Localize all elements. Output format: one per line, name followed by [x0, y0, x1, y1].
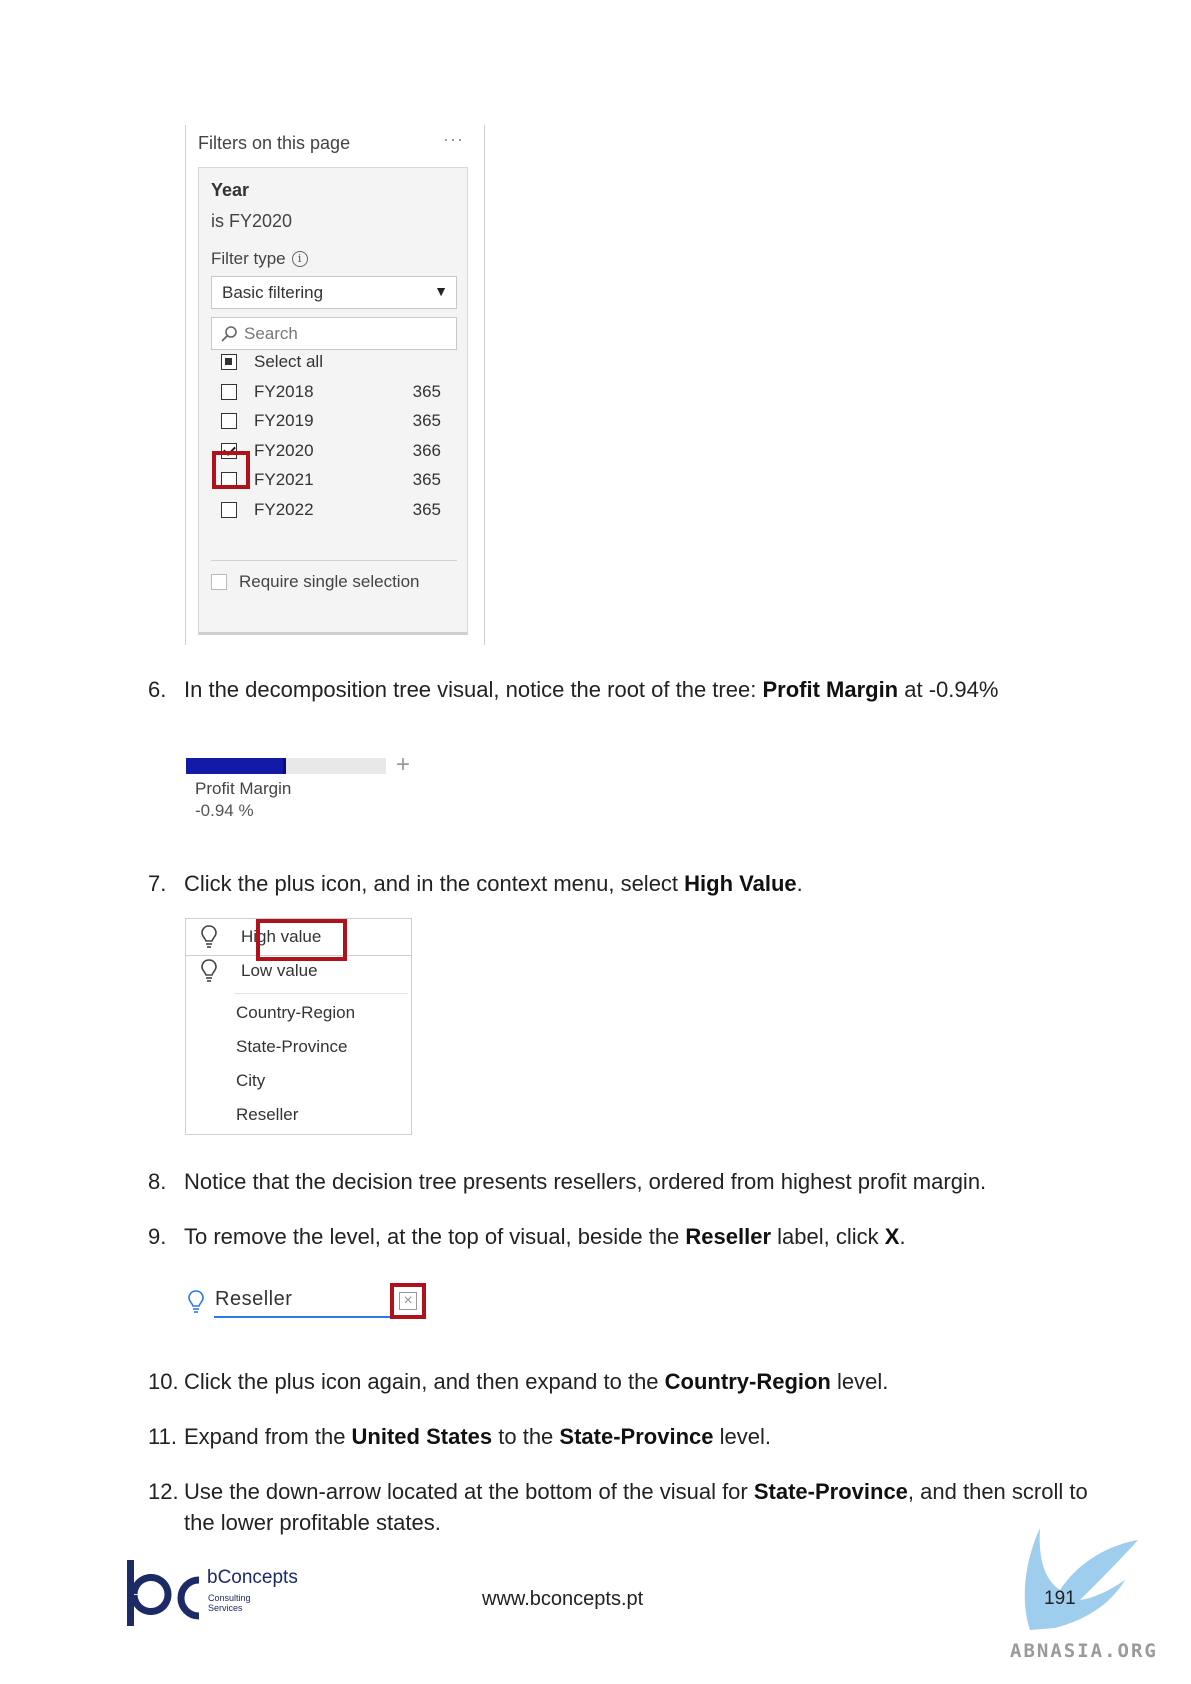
menu-item-low-value[interactable]: Low value [241, 961, 318, 981]
step-bold-term: High Value [684, 871, 797, 896]
step-text: Click the plus icon again, and then expa… [184, 1369, 889, 1394]
step-number: 7. [148, 871, 167, 896]
item-count: 365 [412, 382, 441, 401]
dropdown-arrow-icon: ▼ [434, 283, 448, 299]
filter-type-dropdown[interactable]: Basic filtering ▼ [211, 276, 457, 309]
step-text: Use the down-arrow located at the bottom… [184, 1479, 1088, 1535]
step-7: 7. Click the plus icon, and in the contex… [148, 868, 1088, 899]
item-count: 365 [412, 470, 441, 489]
step-bold-term: Country-Region [664, 1369, 831, 1394]
step-6: 6. In the decomposition tree visual, noti… [148, 674, 1088, 705]
menu-item-city[interactable]: City [236, 1071, 265, 1091]
lightbulb-icon [188, 1290, 204, 1313]
item-count: 365 [412, 500, 441, 519]
item-checkbox[interactable] [221, 413, 237, 429]
step-bold-term: State-Province [559, 1424, 714, 1449]
search-input[interactable]: Search [211, 317, 457, 350]
filter-pane-header: Filters on this page [198, 133, 351, 153]
step-11: 11. Expand from the United States to the … [148, 1421, 1088, 1452]
high-value-highlight-box [256, 919, 347, 961]
search-icon [221, 325, 237, 342]
bar-label: Profit Margin [195, 779, 292, 798]
item-label: FY2019 [254, 411, 314, 430]
step-9: 9. To remove the level, at the top of vis… [148, 1221, 1088, 1252]
step-text: Click the plus icon, and in the context … [184, 871, 803, 896]
list-item[interactable]: FY2019 365 [221, 409, 441, 433]
require-single-checkbox[interactable] [211, 574, 227, 590]
profit-margin-bar [186, 758, 386, 774]
more-options-icon[interactable]: ··· [443, 129, 464, 150]
watermark-text: ABNASIA.ORG [1010, 1640, 1158, 1662]
filter-card-year: Year is FY2020 Filter type i Basic filte… [198, 167, 468, 635]
menu-item-state-province[interactable]: State-Province [236, 1037, 348, 1057]
list-item[interactable]: FY2021 365 [221, 468, 441, 492]
wing-watermark-icon [1024, 1528, 1138, 1630]
filter-type-label: Filter type i [211, 249, 308, 269]
item-label: FY2021 [254, 470, 314, 489]
menu-item-reseller[interactable]: Reseller [236, 1105, 298, 1125]
filter-card-subtitle: is FY2020 [211, 211, 293, 231]
search-placeholder: Search [244, 323, 298, 343]
step-bold-term: Reseller [685, 1224, 772, 1249]
step-number: 8. [148, 1169, 167, 1194]
list-item[interactable]: FY2018 365 [221, 380, 441, 404]
select-all-row[interactable]: Select all [221, 350, 441, 374]
list-item[interactable]: FY2020 366 [221, 439, 441, 463]
step-number: 9. [148, 1224, 167, 1249]
require-single-label: Require single selection [239, 572, 420, 591]
item-label: FY2022 [254, 500, 314, 519]
close-icon[interactable]: × [399, 1292, 417, 1310]
brand-subtitle-1: Consulting [208, 1593, 251, 1603]
step-text: In the decomposition tree visual, notice… [184, 677, 999, 702]
item-count: 365 [412, 411, 441, 430]
step-text: To remove the level, at the top of visua… [184, 1224, 906, 1249]
plus-icon[interactable]: + [396, 751, 410, 779]
remove-level-highlight-box: × [390, 1283, 426, 1319]
step-12: 12. Use the down-arrow located at the bot… [148, 1476, 1088, 1538]
checkbox-highlight-box [212, 451, 250, 489]
step-number: 10. [148, 1369, 179, 1394]
list-item[interactable]: FY2022 365 [221, 498, 441, 522]
filter-pane: Filters on this page ··· Year is FY2020 … [185, 125, 485, 645]
bconcepts-logo-icon [127, 1560, 200, 1626]
context-menu: High value Low value Country-Region Stat… [185, 918, 412, 1135]
reseller-underline [214, 1316, 392, 1318]
dropdown-value: Basic filtering [222, 282, 324, 302]
menu-item-country-region[interactable]: Country-Region [236, 1003, 355, 1023]
step-bold-term: State-Province [753, 1479, 908, 1504]
item-count: 366 [412, 441, 441, 460]
step-number: 6. [148, 677, 167, 702]
step-text: Expand from the United States to the Sta… [184, 1424, 771, 1449]
select-all-checkbox[interactable] [221, 354, 237, 370]
item-checkbox[interactable] [221, 502, 237, 518]
step-number: 11. [148, 1424, 177, 1449]
info-icon[interactable]: i [291, 251, 308, 267]
divider [211, 560, 457, 561]
website-link[interactable]: www.bconcepts.pt [482, 1588, 643, 1611]
step-10: 10. Click the plus icon again, and then e… [148, 1366, 1088, 1397]
page-number: 191 [1044, 1588, 1076, 1609]
item-label: FY2018 [254, 382, 314, 401]
bar-value: -0.94 % [195, 801, 254, 820]
lightbulb-icon [201, 959, 217, 982]
brand-name: bConcepts [207, 1567, 298, 1588]
brand-subtitle-2: Services [208, 1603, 243, 1613]
require-single-selection[interactable]: Require single selection [211, 572, 420, 592]
filter-type-text: Filter type [211, 249, 286, 268]
step-text: Notice that the decision tree presents r… [184, 1169, 987, 1194]
menu-separator [234, 993, 408, 994]
step-bold-term: X [884, 1224, 900, 1249]
item-label: FY2020 [254, 441, 314, 460]
profit-margin-bar-fill [186, 758, 286, 774]
step-number: 12. [148, 1479, 179, 1504]
reseller-level-label: Reseller [215, 1288, 293, 1310]
item-checkbox[interactable] [221, 384, 237, 400]
step-bold-term: United States [351, 1424, 493, 1449]
lightbulb-icon [201, 925, 217, 948]
step-8: 8. Notice that the decision tree presents… [148, 1166, 1088, 1197]
select-all-label: Select all [254, 352, 323, 371]
step-bold-term: Profit Margin [762, 677, 899, 702]
filter-card-title: Year [211, 180, 250, 200]
